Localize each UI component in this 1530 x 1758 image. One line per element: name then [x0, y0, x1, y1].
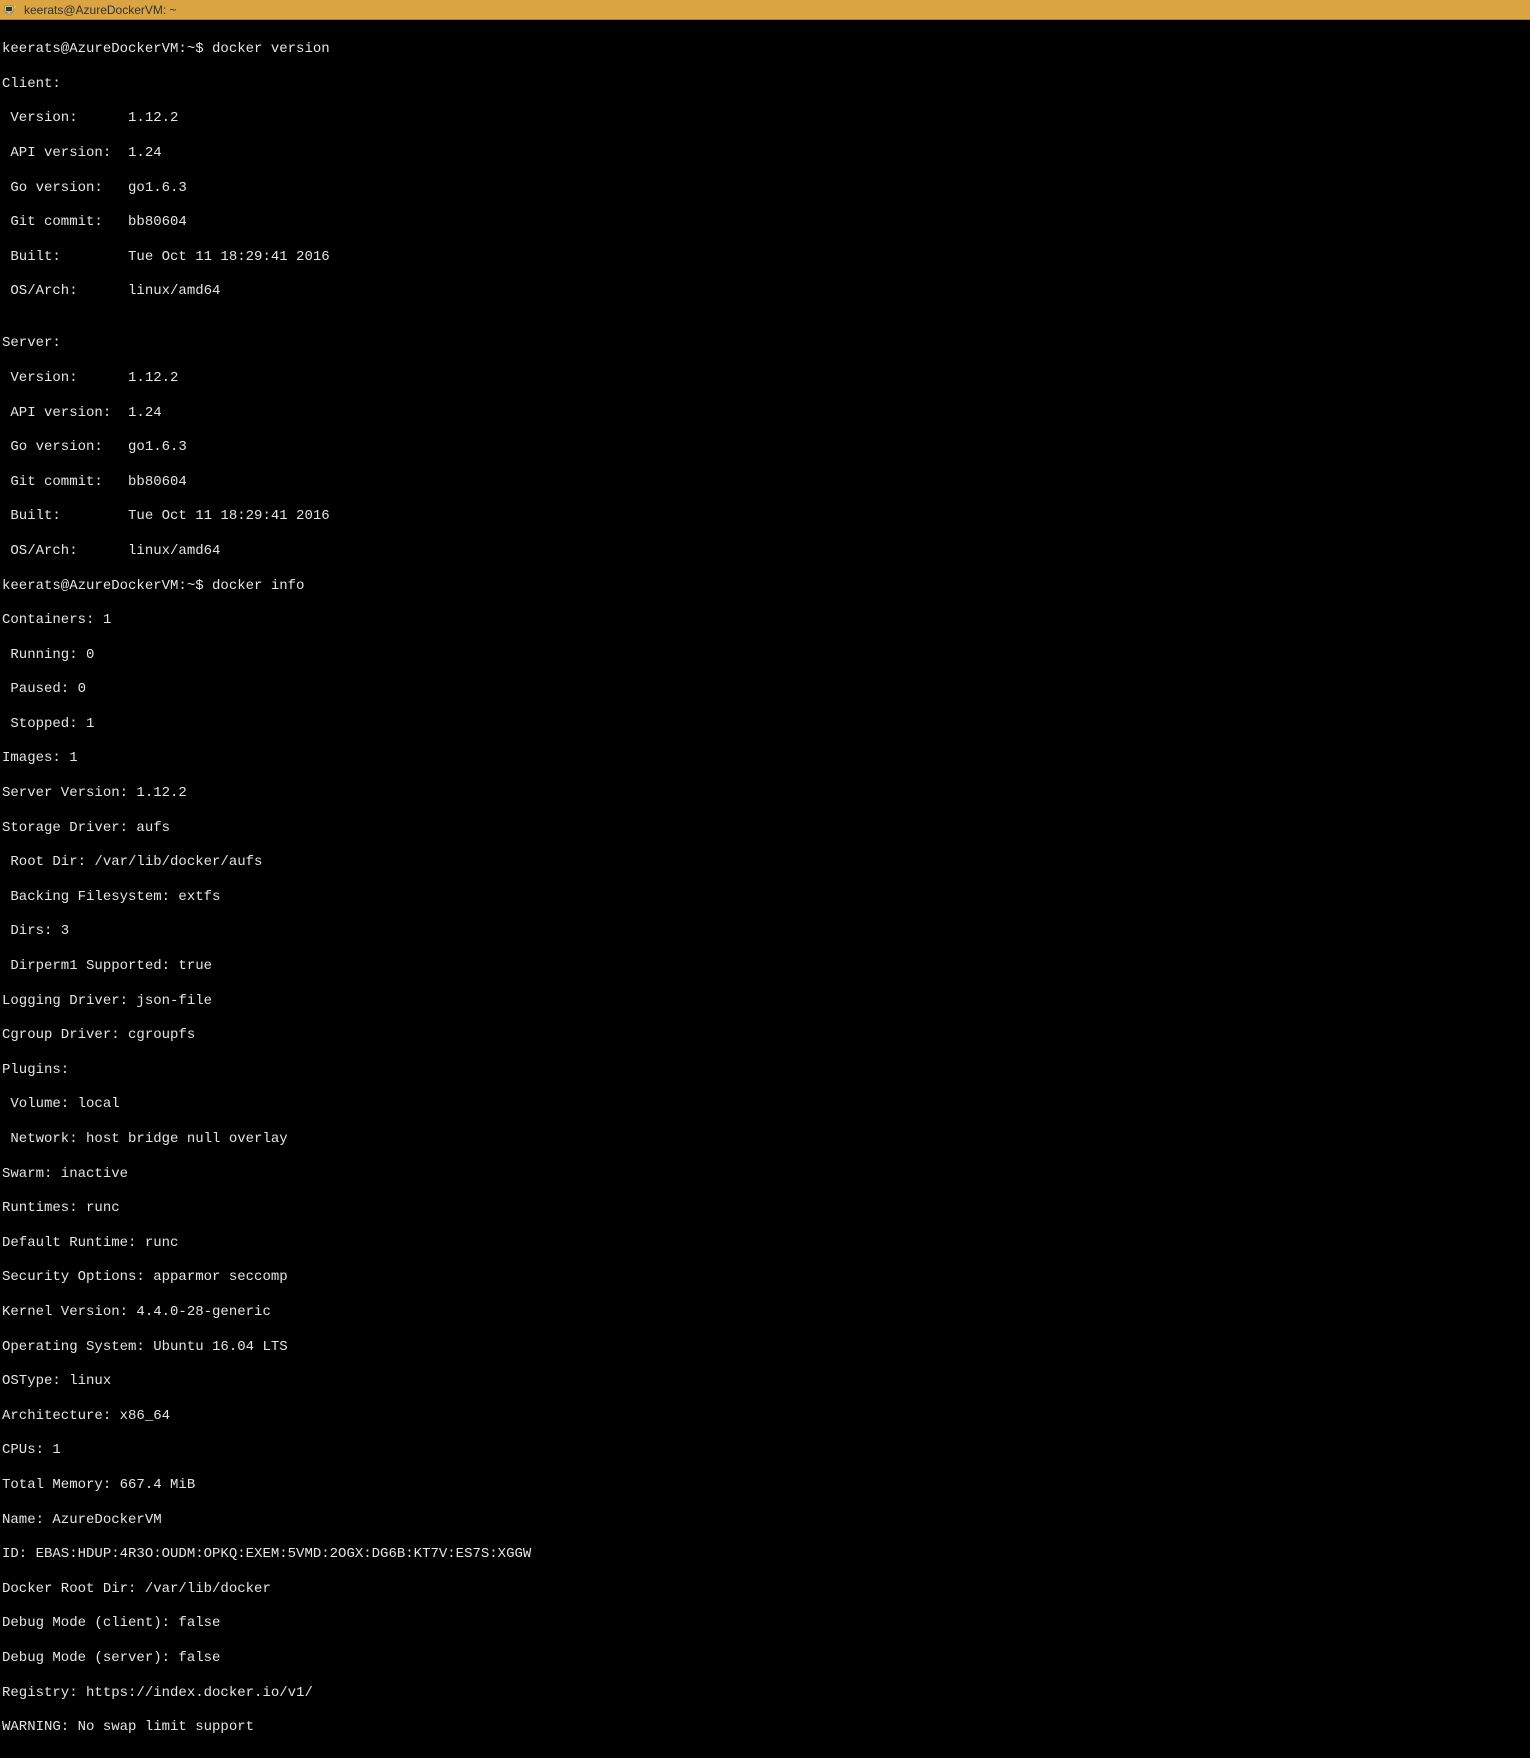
output-line: Debug Mode (client): false [2, 1615, 1528, 1632]
output-line: Containers: 1 [2, 612, 1528, 629]
output-line: OSType: linux [2, 1373, 1528, 1390]
output-line: Git commit: bb80604 [2, 474, 1528, 491]
output-line: Server Version: 1.12.2 [2, 785, 1528, 802]
output-line: Name: AzureDockerVM [2, 1512, 1528, 1529]
output-line: Cgroup Driver: cgroupfs [2, 1027, 1528, 1044]
window-title: keerats@AzureDockerVM: ~ [24, 3, 177, 17]
output-line: Registry: https://index.docker.io/v1/ [2, 1685, 1528, 1702]
output-line: Built: Tue Oct 11 18:29:41 2016 [2, 508, 1528, 525]
output-line: Git commit: bb80604 [2, 214, 1528, 231]
output-line: OS/Arch: linux/amd64 [2, 543, 1528, 560]
output-line: Version: 1.12.2 [2, 110, 1528, 127]
output-line: Go version: go1.6.3 [2, 439, 1528, 456]
output-line: Paused: 0 [2, 681, 1528, 698]
output-line: Docker Root Dir: /var/lib/docker [2, 1581, 1528, 1598]
output-line: Debug Mode (server): false [2, 1650, 1528, 1667]
output-line: Storage Driver: aufs [2, 820, 1528, 837]
output-line: Total Memory: 667.4 MiB [2, 1477, 1528, 1494]
output-line: Backing Filesystem: extfs [2, 889, 1528, 906]
output-line: Security Options: apparmor seccomp [2, 1269, 1528, 1286]
output-line: Architecture: x86_64 [2, 1408, 1528, 1425]
output-line: Operating System: Ubuntu 16.04 LTS [2, 1339, 1528, 1356]
output-line: API version: 1.24 [2, 405, 1528, 422]
output-line: Version: 1.12.2 [2, 370, 1528, 387]
output-line: Plugins: [2, 1062, 1528, 1079]
output-line: Go version: go1.6.3 [2, 180, 1528, 197]
output-line: Default Runtime: runc [2, 1235, 1528, 1252]
output-line: Kernel Version: 4.4.0-28-generic [2, 1304, 1528, 1321]
output-line: Dirperm1 Supported: true [2, 958, 1528, 975]
output-line: API version: 1.24 [2, 145, 1528, 162]
putty-icon [4, 3, 18, 17]
output-line: Built: Tue Oct 11 18:29:41 2016 [2, 249, 1528, 266]
prompt-line: keerats@AzureDockerVM:~$ docker version [2, 41, 1528, 58]
output-line: Swarm: inactive [2, 1166, 1528, 1183]
output-line: OS/Arch: linux/amd64 [2, 283, 1528, 300]
output-line: Dirs: 3 [2, 923, 1528, 940]
output-line: Client: [2, 76, 1528, 93]
output-line: Root Dir: /var/lib/docker/aufs [2, 854, 1528, 871]
output-line: Stopped: 1 [2, 716, 1528, 733]
output-line: Network: host bridge null overlay [2, 1131, 1528, 1148]
output-line: CPUs: 1 [2, 1442, 1528, 1459]
window-titlebar[interactable]: keerats@AzureDockerVM: ~ [0, 0, 1530, 20]
output-line: ID: EBAS:HDUP:4R3O:OUDM:OPKQ:EXEM:5VMD:2… [2, 1546, 1528, 1563]
output-line: WARNING: No swap limit support [2, 1719, 1528, 1736]
output-line: Server: [2, 335, 1528, 352]
prompt-line: keerats@AzureDockerVM:~$ docker info [2, 578, 1528, 595]
terminal-output[interactable]: keerats@AzureDockerVM:~$ docker version … [0, 20, 1530, 1758]
output-line: Running: 0 [2, 647, 1528, 664]
output-line: Runtimes: runc [2, 1200, 1528, 1217]
output-line: Volume: local [2, 1096, 1528, 1113]
output-line: Logging Driver: json-file [2, 993, 1528, 1010]
output-line: Images: 1 [2, 750, 1528, 767]
